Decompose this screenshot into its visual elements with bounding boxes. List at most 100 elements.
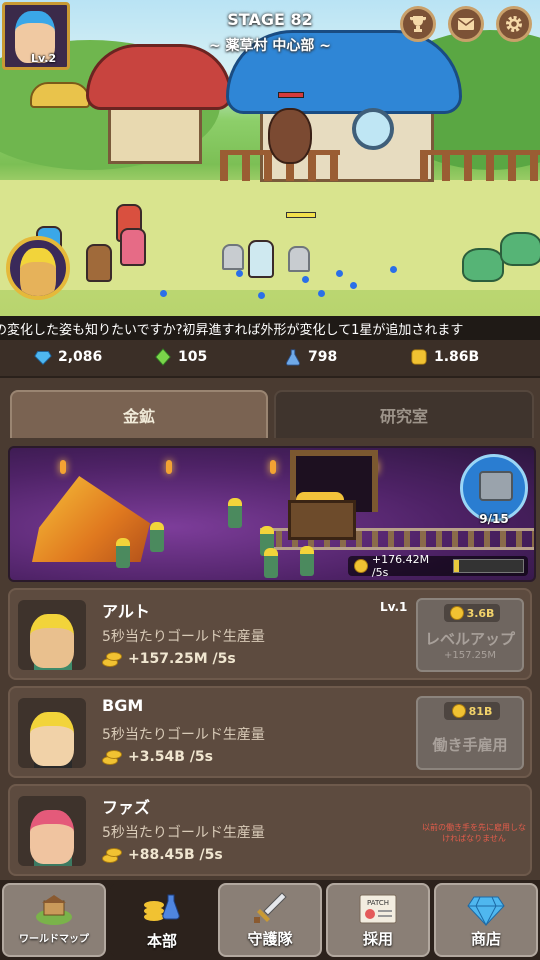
miner-unit xyxy=(116,538,130,568)
worker-portrait xyxy=(18,796,86,866)
svg-text:PATCH: PATCH xyxy=(367,899,389,907)
worker-card: BGM 5秒当たりゴールド生産量 +3.54B /5s 81B 働き手雇用 xyxy=(8,686,532,778)
worker-card: ファズ 5秒当たりゴールド生産量 +88.45B /5s 以前の働き手を先に雇用… xyxy=(8,784,532,876)
projectile xyxy=(318,290,325,297)
unit-power-bar xyxy=(286,212,316,218)
nav-headquarters[interactable]: 本部 xyxy=(110,883,214,957)
worker-level: Lv.1 xyxy=(380,600,408,614)
trophy-button[interactable] xyxy=(400,6,436,42)
skill-button[interactable] xyxy=(6,236,70,300)
level-up-cost: 3.6B xyxy=(444,604,500,622)
projectile xyxy=(160,290,167,297)
projectile xyxy=(390,266,397,273)
nav-label: 守護隊 xyxy=(247,930,293,948)
gravestone xyxy=(288,246,310,272)
nav-world-map[interactable]: ワールドマップ xyxy=(2,883,106,957)
enemy-hp-bar xyxy=(278,92,304,98)
diamond-value: 2,086 xyxy=(58,349,103,365)
worker-description: 5秒当たりゴールド生産量 xyxy=(102,825,265,841)
nav-label: 商店 xyxy=(470,930,501,948)
projectile xyxy=(236,270,243,277)
worker-description: 5秒当たりゴールド生産量 xyxy=(102,727,265,743)
mine-progress-bar xyxy=(452,559,524,573)
level-up-gain: +157.25M xyxy=(444,650,496,661)
level-up-button[interactable]: 3.6B レベルアップ +157.25M xyxy=(416,598,524,672)
patch-recruit-icon: PATCH xyxy=(359,894,397,924)
nav-guard-squad[interactable]: 守護隊 xyxy=(218,883,322,957)
mine-cart xyxy=(288,500,356,540)
nav-label: ワールドマップ xyxy=(19,934,89,945)
nav-label: 本部 xyxy=(146,932,177,950)
diamond-icon xyxy=(34,351,52,365)
worker-name: アルト xyxy=(102,602,150,621)
diamond-counter: 2,086 xyxy=(34,348,102,366)
hero-unit xyxy=(248,240,274,278)
gold-coins-icon xyxy=(102,848,124,863)
tab-gold-mine[interactable]: 金鉱 xyxy=(10,390,268,438)
mail-button[interactable] xyxy=(448,6,484,42)
miner-unit xyxy=(264,548,278,578)
worker-rate-value: +157.25M /5s xyxy=(128,651,236,667)
worker-description: 5秒当たりゴールド生産量 xyxy=(102,629,265,645)
sword-icon xyxy=(254,892,287,923)
hire-label: 働き手雇用 xyxy=(432,736,508,754)
frog-enemy[interactable] xyxy=(500,232,540,266)
nav-label: 採用 xyxy=(362,930,393,948)
trophy-icon xyxy=(410,16,426,32)
hero-unit xyxy=(120,228,146,266)
projectile xyxy=(258,292,265,299)
hire-requirement-note: 以前の働き手を先に雇用しなければなりません xyxy=(422,823,526,843)
green-gem-value: 105 xyxy=(178,349,208,365)
bottom-navigation: ワールドマップ 本部 守護隊 PATCH 採用 商店 xyxy=(0,880,540,960)
flying-enemy[interactable] xyxy=(268,108,312,164)
ticker-text: の変化した姿も知りたいですか?初昇進すれば外形が変化して1星が追加されます xyxy=(0,323,464,338)
gold-coin-icon xyxy=(451,704,466,718)
worker-rate-value: +3.54B /5s xyxy=(128,749,214,765)
torch-icon xyxy=(60,460,66,474)
gravestone xyxy=(222,244,244,270)
headquarters-icon xyxy=(144,894,180,921)
worker-card: アルト Lv.1 5秒当たりゴールド生産量 +157.25M /5s 3.6B … xyxy=(8,588,532,680)
hero-unit xyxy=(86,244,112,282)
potion-value: 798 xyxy=(308,349,338,365)
tab-laboratory[interactable]: 研究室 xyxy=(274,390,534,438)
green-gem-counter: 105 xyxy=(154,348,207,366)
worker-portrait xyxy=(18,600,86,670)
notice-ticker: の変化した姿も知りたいですか?初昇進すれば外形が変化して1星が追加されます xyxy=(0,316,540,340)
round-window xyxy=(352,108,394,150)
miner-unit xyxy=(150,522,164,552)
gold-counter: 1.86B xyxy=(410,348,479,366)
gold-coin-icon xyxy=(354,559,368,573)
gear-icon xyxy=(506,16,522,32)
mine-rate-value: +176.42M /5s xyxy=(371,553,430,579)
small-yellow-mushroom-house xyxy=(30,82,90,108)
nav-recruit[interactable]: PATCH 採用 xyxy=(326,883,430,957)
world-map-icon xyxy=(36,895,72,925)
gold-value: 1.86B xyxy=(434,349,480,365)
green-gem-icon xyxy=(155,348,171,366)
resource-bar: 2,086 105 798 1.86B xyxy=(0,340,540,378)
worker-name: BGM xyxy=(102,696,144,715)
projectile xyxy=(302,276,309,283)
worker-portrait xyxy=(18,698,86,768)
settings-button[interactable] xyxy=(496,6,532,42)
fence xyxy=(420,150,540,181)
worker-rate: +3.54B /5s xyxy=(102,749,213,765)
tab-bar: 金鉱 研究室 xyxy=(0,378,540,438)
miner-skill-icon xyxy=(20,248,56,296)
potion-counter: 798 xyxy=(284,348,337,366)
worker-rate-value: +88.45B /5s xyxy=(128,847,223,863)
worker-name: ファズ xyxy=(102,798,151,817)
hire-worker-button[interactable]: 81B 働き手雇用 xyxy=(416,696,524,770)
mine-production-rate: +176.42M /5s xyxy=(348,553,528,579)
miner-unit xyxy=(228,498,242,528)
gold-ore-pile xyxy=(32,476,150,562)
gold-coins-icon xyxy=(102,652,124,667)
gold-coins-icon xyxy=(102,750,124,765)
frog-enemy[interactable] xyxy=(462,248,504,282)
torch-icon xyxy=(166,460,172,474)
worker-rate: +88.45B /5s xyxy=(102,847,223,863)
hire-cost: 81B xyxy=(444,702,500,720)
gold-mine-scene: 9/15 +176.42M /5s xyxy=(8,446,536,582)
nav-shop[interactable]: 商店 xyxy=(434,883,538,957)
